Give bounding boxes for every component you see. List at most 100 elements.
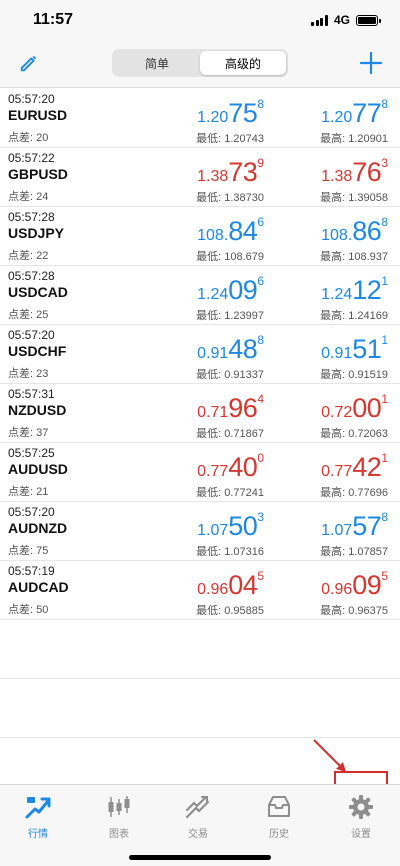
quote-symbol: USDCHF xyxy=(8,343,67,359)
quote-low: 最低: 108.679 xyxy=(196,251,264,263)
tab-label-chart: 图表 xyxy=(109,829,129,840)
ask-price-prefix: 1.20 xyxy=(321,109,353,126)
quote-high: 最高: 1.20901 xyxy=(320,133,388,145)
quote-time: 05:57:20 xyxy=(8,328,55,342)
bid-price-fraction: 4 xyxy=(257,392,264,406)
bid-price[interactable]: 1.38739 xyxy=(197,157,264,186)
tab-label-quotes: 行情 xyxy=(28,829,48,840)
quote-low: 最低: 0.91337 xyxy=(196,369,264,381)
signal-icon xyxy=(311,14,328,26)
ask-price-pips: 77 xyxy=(352,98,382,128)
bid-price[interactable]: 1.07503 xyxy=(197,511,264,540)
tab-quotes[interactable]: 行情 xyxy=(8,793,68,840)
bid-price-pips: 04 xyxy=(228,570,258,600)
add-icon[interactable] xyxy=(358,50,384,76)
bid-price[interactable]: 0.91488 xyxy=(197,334,264,363)
quote-high: 最高: 0.96375 xyxy=(320,605,388,617)
quotes-icon xyxy=(25,797,51,819)
quote-row[interactable]: 05:57:28 USDJPY 点差: 22 108.846 108.868 最低: 10… xyxy=(0,207,400,266)
bid-price-prefix: 0.91 xyxy=(197,345,229,362)
bid-price-prefix: 1.38 xyxy=(197,168,229,185)
ask-price[interactable]: 0.91511 xyxy=(321,334,388,363)
quote-spread: 点差: 21 xyxy=(8,486,49,498)
quote-symbol: NZDUSD xyxy=(8,402,67,418)
quote-row[interactable]: 05:57:31 NZDUSD 点差: 37 0.71964 0.72001 最低: 0.… xyxy=(0,384,400,443)
bid-price[interactable]: 0.71964 xyxy=(197,393,264,422)
quote-row[interactable]: 05:57:20 AUDNZD 点差: 75 1.07503 1.07578 最低: 1.… xyxy=(0,502,400,561)
ask-price-fraction: 8 xyxy=(381,510,388,524)
ask-price[interactable]: 0.77421 xyxy=(321,452,388,481)
quote-symbol: USDJPY xyxy=(8,225,65,241)
ask-price-pips: 09 xyxy=(352,570,382,600)
quote-low: 最低: 1.38730 xyxy=(196,192,264,204)
quote-time: 05:57:28 xyxy=(8,210,55,224)
ask-price[interactable]: 1.38763 xyxy=(321,157,388,186)
quote-row[interactable]: 05:57:28 USDCAD 点差: 25 1.24096 1.24121 最低: 1.… xyxy=(0,266,400,325)
quote-high: 最高: 1.24169 xyxy=(320,310,388,322)
status-bar: 11:57 4G xyxy=(0,0,400,40)
quote-low: 最低: 0.77241 xyxy=(196,487,264,499)
bid-price-prefix: 1.20 xyxy=(197,109,229,126)
empty-row xyxy=(0,679,400,738)
bid-price-pips: 50 xyxy=(228,511,258,541)
quote-row[interactable]: 05:57:20 EURUSD 点差: 20 1.20758 1.20778 最低: 1.… xyxy=(0,89,400,148)
ask-price[interactable]: 1.07578 xyxy=(321,511,388,540)
edit-icon[interactable] xyxy=(18,52,40,74)
quote-row[interactable]: 05:57:20 USDCHF 点差: 23 0.91488 0.91511 最低: 0.… xyxy=(0,325,400,384)
ask-price-pips: 76 xyxy=(352,157,382,187)
bid-price-prefix: 108. xyxy=(197,227,229,244)
quote-low: 最低: 1.20743 xyxy=(196,133,264,145)
bid-price[interactable]: 1.20758 xyxy=(197,98,264,127)
empty-row xyxy=(0,620,400,679)
quote-time: 05:57:19 xyxy=(8,564,55,578)
ask-price-prefix: 0.77 xyxy=(321,463,353,480)
bid-price-fraction: 6 xyxy=(257,274,264,288)
segment-advanced[interactable]: 高级的 xyxy=(200,51,286,75)
quote-row[interactable]: 05:57:22 GBPUSD 点差: 24 1.38739 1.38763 最低: 1.… xyxy=(0,148,400,207)
tab-history[interactable]: 历史 xyxy=(249,793,309,840)
quote-time: 05:57:20 xyxy=(8,505,55,519)
bid-price-pips: 84 xyxy=(228,216,258,246)
bid-price-fraction: 0 xyxy=(257,451,264,465)
quote-spread: 点差: 75 xyxy=(8,545,49,557)
quote-symbol: EURUSD xyxy=(8,107,68,123)
bid-price[interactable]: 1.24096 xyxy=(197,275,264,304)
ask-price-pips: 51 xyxy=(352,334,382,364)
quote-low: 最低: 0.95885 xyxy=(196,605,264,617)
bid-price-fraction: 3 xyxy=(257,510,264,524)
bid-price[interactable]: 0.77400 xyxy=(197,452,264,481)
quote-spread: 点差: 37 xyxy=(8,427,49,439)
quote-spread: 点差: 50 xyxy=(8,604,49,616)
bid-price-fraction: 8 xyxy=(257,333,264,347)
quote-spread: 点差: 20 xyxy=(8,132,49,144)
quote-low: 最低: 1.07316 xyxy=(196,546,264,558)
tab-chart[interactable]: 图表 xyxy=(89,793,149,840)
chart-icon xyxy=(108,796,130,817)
quote-row[interactable]: 05:57:19 AUDCAD 点差: 50 0.96045 0.96095 最低: 0.… xyxy=(0,561,400,620)
bid-price[interactable]: 108.846 xyxy=(197,216,264,245)
quote-spread: 点差: 24 xyxy=(8,191,49,203)
ask-price-pips: 42 xyxy=(352,452,382,482)
tab-label-history: 历史 xyxy=(269,829,289,840)
ask-price[interactable]: 1.24121 xyxy=(321,275,388,304)
bid-price-pips: 73 xyxy=(228,157,258,187)
bid-price[interactable]: 0.96045 xyxy=(197,570,264,599)
ask-price[interactable]: 0.72001 xyxy=(321,393,388,422)
tab-trade[interactable]: 交易 xyxy=(168,793,228,840)
quote-time: 05:57:31 xyxy=(8,387,55,401)
tab-settings[interactable]: 设置 xyxy=(331,793,391,840)
bid-price-pips: 48 xyxy=(228,334,258,364)
ask-price[interactable]: 1.20778 xyxy=(321,98,388,127)
bid-price-prefix: 1.24 xyxy=(197,286,229,303)
quote-symbol: AUDUSD xyxy=(8,461,68,477)
quote-time: 05:57:25 xyxy=(8,446,55,460)
segment-simple[interactable]: 简单 xyxy=(114,51,200,75)
battery-icon xyxy=(356,14,381,26)
ask-price[interactable]: 0.96095 xyxy=(321,570,388,599)
quote-time: 05:57:22 xyxy=(8,151,55,165)
ask-price[interactable]: 108.868 xyxy=(321,216,388,245)
network-label: 4G xyxy=(333,13,350,27)
quote-list: 05:57:20 EURUSD 点差: 20 1.20758 1.20778 最低: 1.… xyxy=(0,89,400,738)
quote-row[interactable]: 05:57:25 AUDUSD 点差: 21 0.77400 0.77421 最低: 0.… xyxy=(0,443,400,502)
status-time: 11:57 xyxy=(33,11,74,28)
